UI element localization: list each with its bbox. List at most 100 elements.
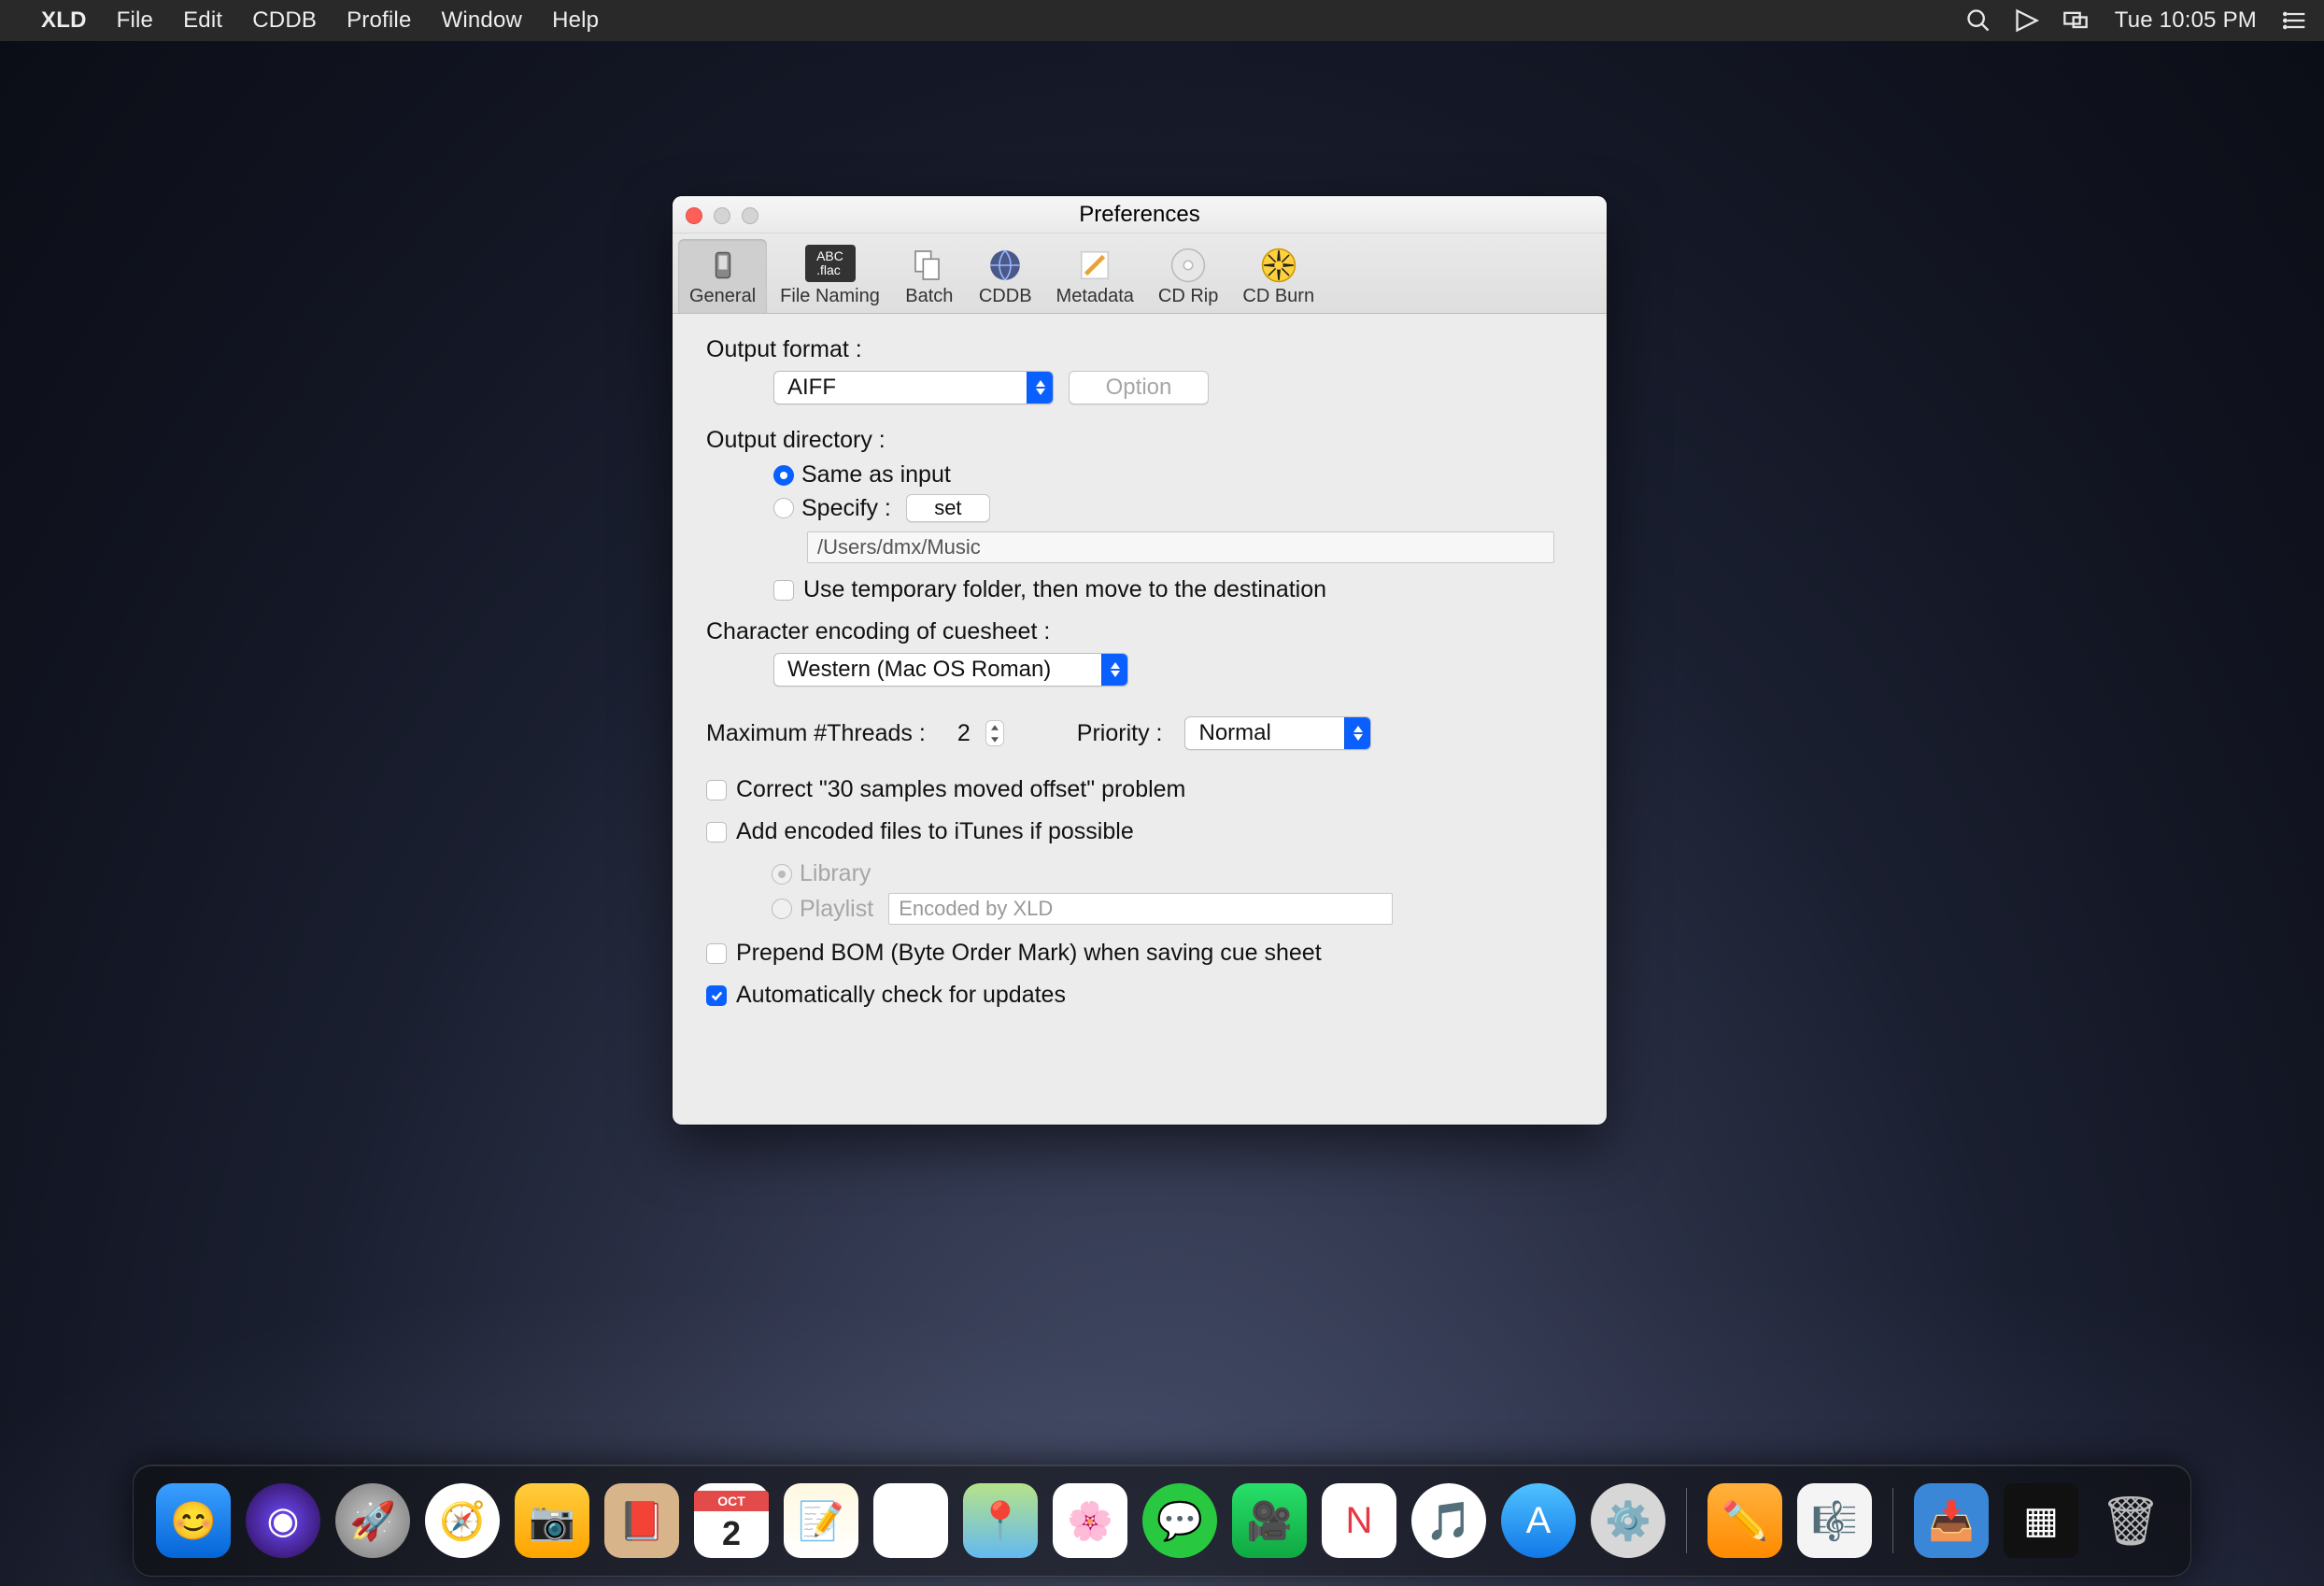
notification-center-icon[interactable] [2283, 7, 2309, 34]
set-button[interactable]: set [906, 494, 990, 522]
radio-specify[interactable]: Specify : [773, 495, 891, 522]
dock-app-finder[interactable]: 😊 [156, 1483, 231, 1558]
menu-profile[interactable]: Profile [332, 7, 426, 34]
dock-app-photos[interactable]: 🌸 [1053, 1483, 1127, 1558]
dock-app-siri[interactable]: ◉ [246, 1483, 320, 1558]
batch-icon [904, 248, 955, 282]
menu-appname[interactable]: XLD [26, 7, 102, 34]
playlist-name-field[interactable]: Encoded by XLD [888, 893, 1393, 925]
window-minimize-button[interactable] [714, 207, 730, 224]
checkbox-auto-updates[interactable]: Automatically check for updates [706, 982, 1573, 1009]
dock-app-reminders[interactable]: ☰ [873, 1483, 948, 1558]
radio-label: Specify : [801, 495, 891, 522]
radio-playlist: Playlist [772, 896, 873, 923]
tab-cddb[interactable]: CDDB [968, 239, 1043, 313]
window-traffic-lights [686, 207, 758, 224]
tab-label: Batch [905, 286, 953, 307]
chevron-up-icon[interactable] [986, 721, 1003, 733]
window-zoom-button[interactable] [742, 207, 758, 224]
dock-app-system-preferences[interactable]: ⚙️ [1591, 1483, 1665, 1558]
window-close-button[interactable] [686, 207, 702, 224]
tab-label: CDDB [979, 286, 1032, 307]
tab-label: CD Rip [1158, 286, 1218, 307]
checkbox-icon [773, 580, 794, 601]
radio-icon [772, 899, 792, 919]
menu-window[interactable]: Window [427, 7, 538, 34]
output-format-select[interactable]: AIFF [773, 371, 1054, 404]
radio-label: Library [800, 860, 871, 887]
radio-icon [773, 498, 794, 518]
checkbox-add-to-itunes[interactable]: Add encoded files to iTunes if possible [706, 818, 1573, 845]
tab-label: Metadata [1056, 286, 1134, 307]
encoding-label: Character encoding of cuesheet : [706, 618, 1573, 645]
radio-label: Playlist [800, 896, 873, 923]
dock-app-photobooth[interactable]: 📷 [515, 1483, 589, 1558]
burn-icon [1254, 248, 1304, 282]
tab-file-naming[interactable]: ABC.flac File Naming [769, 239, 891, 313]
tab-cd-burn[interactable]: CD Burn [1231, 239, 1325, 313]
checkbox-correct-offset[interactable]: Correct "30 samples moved offset" proble… [706, 776, 1573, 803]
window-title: Preferences [1079, 202, 1199, 228]
file-icon: ABC.flac [805, 245, 856, 282]
dock-app-calendar[interactable]: OCT 2 [694, 1483, 769, 1558]
radio-library: Library [772, 860, 1573, 887]
radio-icon [772, 864, 792, 885]
dock-app-appstore[interactable]: A [1501, 1483, 1576, 1558]
checkbox-prepend-bom[interactable]: Prepend BOM (Byte Order Mark) when savin… [706, 940, 1573, 967]
checkbox-label: Add encoded files to iTunes if possible [736, 818, 1134, 845]
dock-app-recent-1[interactable]: ✏️ [1708, 1483, 1782, 1558]
checkbox-temp-folder[interactable]: Use temporary folder, then move to the d… [773, 576, 1573, 603]
tab-batch[interactable]: Batch [893, 239, 966, 313]
gear-icon [698, 248, 748, 282]
select-value: AIFF [774, 375, 849, 401]
dock-app-messages[interactable]: 💬 [1142, 1483, 1217, 1558]
menu-help[interactable]: Help [537, 7, 614, 34]
displays-icon[interactable] [2062, 7, 2089, 34]
menu-file[interactable]: File [102, 7, 168, 34]
dock-app-safari[interactable]: 🧭 [425, 1483, 500, 1558]
encoding-select[interactable]: Western (Mac OS Roman) [773, 653, 1128, 687]
dock-downloads[interactable]: 📥 [1914, 1483, 1989, 1558]
option-button[interactable]: Option [1069, 371, 1209, 404]
menu-clock[interactable]: Tue 10:05 PM [2111, 7, 2260, 34]
window-titlebar[interactable]: Preferences [673, 196, 1607, 234]
dock-trash[interactable]: 🗑 [2093, 1483, 2168, 1558]
priority-select[interactable]: Normal [1184, 716, 1371, 750]
spotlight-icon[interactable] [1965, 7, 1991, 34]
tab-label: File Naming [780, 286, 880, 307]
radio-icon [773, 465, 794, 486]
chevron-down-icon[interactable] [986, 733, 1003, 745]
checkbox-icon [706, 985, 727, 1006]
radio-same-as-input[interactable]: Same as input [773, 461, 1573, 489]
tab-label: General [689, 286, 756, 307]
menu-edit[interactable]: Edit [168, 7, 237, 34]
dock-app-contacts[interactable]: 📕 [604, 1483, 679, 1558]
preferences-content: Output format : AIFF Option Output direc… [673, 314, 1607, 1035]
dock-folder[interactable]: ▦ [2004, 1483, 2078, 1558]
status-item-icon[interactable] [2014, 7, 2040, 34]
dock-app-itunes[interactable]: 🎵 [1411, 1483, 1486, 1558]
radio-label: Same as input [801, 461, 951, 489]
output-format-label: Output format : [706, 336, 1573, 363]
menu-cddb[interactable]: CDDB [237, 7, 332, 34]
dock-app-news[interactable]: N [1322, 1483, 1396, 1558]
checkbox-icon [706, 780, 727, 800]
checkbox-icon [706, 822, 727, 843]
tab-metadata[interactable]: Metadata [1045, 239, 1145, 313]
max-threads-label: Maximum #Threads : [706, 720, 926, 747]
dock-app-notes[interactable]: 📝 [784, 1483, 858, 1558]
select-value: Western (Mac OS Roman) [774, 657, 1064, 683]
dock-app-launchpad[interactable]: 🚀 [335, 1483, 410, 1558]
checkbox-label: Prepend BOM (Byte Order Mark) when savin… [736, 940, 1322, 967]
tab-general[interactable]: General [678, 239, 767, 313]
dock-app-recent-2[interactable]: 🎼 [1797, 1483, 1872, 1558]
preferences-toolbar: General ABC.flac File Naming Batch CDDB … [673, 234, 1607, 314]
output-path-field[interactable]: /Users/dmx/Music [807, 531, 1554, 563]
dock-app-facetime[interactable]: 🎥 [1232, 1483, 1307, 1558]
output-directory-label: Output directory : [706, 427, 1573, 454]
threads-stepper[interactable]: 2 [948, 718, 1004, 748]
pencil-icon [1070, 248, 1120, 282]
dock-app-maps[interactable]: 📍 [963, 1483, 1038, 1558]
globe-icon [980, 248, 1030, 282]
tab-cd-rip[interactable]: CD Rip [1147, 239, 1229, 313]
